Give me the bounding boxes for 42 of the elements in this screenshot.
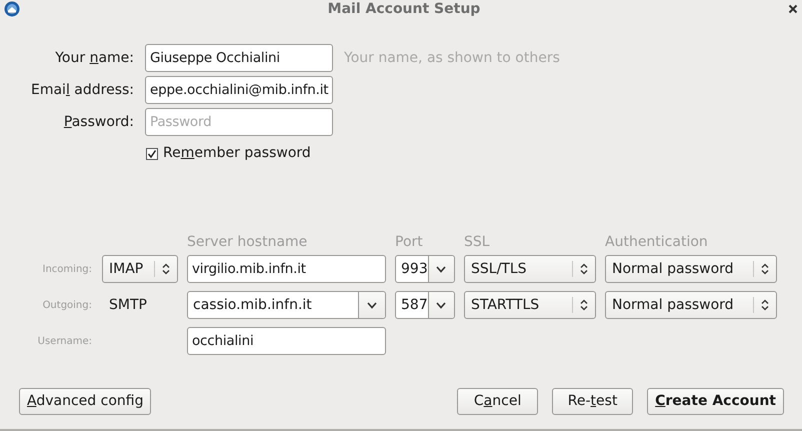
up-down-arrows-icon <box>580 299 588 311</box>
protocol-label: SMTP <box>108 296 148 314</box>
field-label: Password: <box>62 112 134 132</box>
app-icon <box>4 1 20 17</box>
hint-text: Your name, as shown to others <box>344 48 560 68</box>
port-combo[interactable]: 993 <box>395 255 455 283</box>
hostname-field[interactable]: virgilio.mib.infn.it <box>187 255 386 283</box>
username-field[interactable]: occhialini <box>187 327 386 355</box>
up-down-arrows-icon <box>761 299 769 311</box>
checkbox-label: Remember password <box>163 144 311 163</box>
authentication-select[interactable]: Normal password <box>605 291 777 319</box>
column-header: Authentication <box>605 233 709 252</box>
dialog-button[interactable]: Cancel <box>457 388 538 415</box>
column-header: Port <box>395 233 424 252</box>
chevron-down-icon <box>436 302 446 308</box>
ssl-select[interactable]: STARTTLS <box>464 291 596 319</box>
field-label: Your name: <box>54 48 134 68</box>
up-down-arrows-icon <box>162 263 170 275</box>
dialog-button[interactable]: Re-test <box>552 388 634 415</box>
chevron-down-icon <box>367 302 377 308</box>
input-field[interactable]: eppe.occhialini@mib.infn.it <box>145 76 333 104</box>
close-icon <box>788 4 798 14</box>
dialog-button[interactable]: Advanced config <box>19 388 152 415</box>
field-label: Email address: <box>30 80 134 100</box>
ssl-select[interactable]: SSL/TLS <box>464 255 596 283</box>
protocol-select[interactable]: IMAP <box>102 255 178 283</box>
column-header: SSL <box>464 233 491 252</box>
checkbox[interactable] <box>146 148 158 160</box>
up-down-arrows-icon <box>580 263 588 275</box>
chevron-down-icon <box>436 266 446 272</box>
input-field[interactable]: Giuseppe Occhialini <box>145 44 333 72</box>
authentication-select[interactable]: Normal password <box>605 255 777 283</box>
dialog-button[interactable]: Create Account <box>647 388 784 415</box>
check-icon <box>147 148 157 158</box>
hostname-combo[interactable]: cassio.mib.infn.it <box>187 291 386 319</box>
row-label: Incoming: <box>42 262 93 276</box>
row-label: Outgoing: <box>42 298 93 312</box>
up-down-arrows-icon <box>761 263 769 275</box>
row-label: Username: <box>36 334 93 348</box>
column-header: Server hostname <box>187 233 308 252</box>
window-title: Mail Account Setup <box>326 0 482 18</box>
port-combo[interactable]: 587 <box>395 291 455 319</box>
